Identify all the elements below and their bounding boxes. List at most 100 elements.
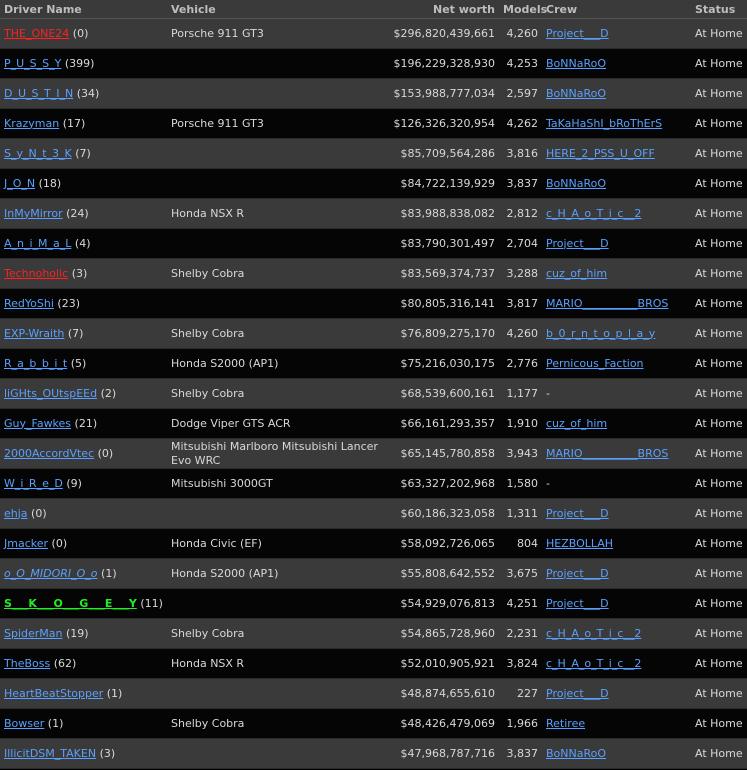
- net-worth-cell: $196,229,328,930: [385, 48, 499, 79]
- crew-link[interactable]: MARIO__________BROS: [546, 447, 668, 460]
- header-vehicle[interactable]: Vehicle: [167, 0, 385, 19]
- net-worth-cell: $65,145,780,858: [385, 438, 499, 469]
- table-row: liGHts_OUtspEEd (2) Shelby Cobra $68,539,6…: [0, 378, 747, 409]
- driver-name-link[interactable]: TheBoss: [4, 657, 50, 670]
- table-row: Krazyman (17) Porsche 911 GT3 $126,326,320…: [0, 108, 747, 139]
- net-worth-cell: $76,809,275,170: [385, 318, 499, 349]
- net-worth-cell: $63,327,202,968: [385, 468, 499, 499]
- table-row: 2000AccordVtec (0) Mitsubishi Marlboro Mi…: [0, 438, 747, 469]
- status-cell: At Home: [691, 738, 747, 769]
- driver-cell: Guy_Fawkes (21): [0, 408, 167, 439]
- vehicle-cell: [167, 138, 385, 169]
- table-row: S_y_N_t_3_K (7) $85,709,564,286 3,816 HERE_…: [0, 138, 747, 169]
- models-cell: 2,231: [499, 618, 542, 649]
- header-models[interactable]: Models: [499, 0, 547, 19]
- driver-count: (3): [71, 266, 88, 280]
- crew-cell: Project___D: [542, 558, 691, 589]
- driver-cell: S_y_N_t_3_K (7): [0, 138, 167, 169]
- driver-name-link[interactable]: Guy_Fawkes: [4, 417, 71, 430]
- net-worth-cell: $48,426,479,069: [385, 708, 499, 739]
- driver-name-link[interactable]: IllicitDSM_TAKEN: [4, 747, 96, 760]
- driver-name-link[interactable]: InMyMirror: [4, 207, 63, 220]
- crew-link[interactable]: c_H_A_o_T_i_c__2: [546, 207, 641, 220]
- header-net-worth[interactable]: Net worth: [385, 0, 499, 19]
- vehicle-cell: Porsche 911 GT3: [167, 18, 385, 49]
- crew-cell: BoNNaRoO: [542, 48, 691, 79]
- crew-cell: c_H_A_o_T_i_c__2: [542, 648, 691, 679]
- driver-name-link[interactable]: A_n_i_M_a_L: [4, 237, 71, 250]
- net-worth-cell: $80,805,316,141: [385, 288, 499, 319]
- driver-cell: P_U_S_S_Y (399): [0, 48, 167, 79]
- models-cell: 4,260: [499, 18, 542, 49]
- table-body: THE_ONE24 (0) Porsche 911 GT3 $296,820,439…: [0, 18, 747, 769]
- crew-link[interactable]: Project___D: [546, 567, 609, 580]
- header-status[interactable]: Status: [691, 0, 747, 19]
- crew-link[interactable]: BoNNaRoO: [546, 87, 606, 100]
- crew-cell: c_H_A_o_T_i_c__2: [542, 198, 691, 229]
- driver-cell: 2000AccordVtec (0): [0, 438, 167, 469]
- status-cell: At Home: [691, 498, 747, 529]
- driver-name-link[interactable]: Bowser: [4, 717, 44, 730]
- driver-name-link[interactable]: THE_ONE24: [4, 27, 69, 40]
- driver-name-link[interactable]: Krazyman: [4, 117, 59, 130]
- status-cell: At Home: [691, 318, 747, 349]
- driver-name-link[interactable]: J_O_N: [4, 177, 35, 190]
- crew-link[interactable]: Retiree: [546, 717, 585, 730]
- table-row: TheBoss (62) Honda NSX R $52,010,905,921 3,…: [0, 648, 747, 679]
- vehicle-cell: [167, 288, 385, 319]
- crew-link[interactable]: cuz_of_him: [546, 267, 607, 280]
- driver-name-link[interactable]: Jmacker: [4, 537, 48, 550]
- crew-link[interactable]: c_H_A_o_T_i_c__2: [546, 627, 641, 640]
- driver-name-link[interactable]: SpiderMan: [4, 627, 63, 640]
- driver-name-link[interactable]: HeartBeatStopper: [4, 687, 103, 700]
- driver-name-link[interactable]: W_i_R_e_D: [4, 477, 63, 490]
- crew-link[interactable]: Project___D: [546, 597, 609, 610]
- crew-link[interactable]: c_H_A_o_T_i_c__2: [546, 657, 641, 670]
- crew-link[interactable]: Project___D: [546, 507, 609, 520]
- driver-name-link[interactable]: o_O_MIDORI_O_o: [4, 567, 98, 580]
- crew-link[interactable]: TaKaHaShI_bRoThErS: [546, 117, 662, 130]
- crew-link[interactable]: HERE_2_PSS_U_OFF: [546, 147, 655, 160]
- crew-cell: cuz_of_him: [542, 408, 691, 439]
- header-crew[interactable]: Crew: [542, 0, 691, 19]
- driver-name-link[interactable]: 2000AccordVtec: [4, 447, 94, 460]
- table-row: InMyMirror (24) Honda NSX R $83,988,838,08…: [0, 198, 747, 229]
- models-cell: 1,580: [499, 468, 542, 499]
- status-cell: At Home: [691, 648, 747, 679]
- crew-link[interactable]: HEZBOLLAH: [546, 537, 613, 550]
- header-driver-name[interactable]: Driver Name: [0, 0, 167, 19]
- driver-name-link[interactable]: P_U_S_S_Y: [4, 57, 61, 70]
- driver-name-link[interactable]: ehja: [4, 507, 28, 520]
- driver-name-link[interactable]: EXP-Wraith: [4, 327, 64, 340]
- driver-name-link[interactable]: S_y_N_t_3_K: [4, 147, 72, 160]
- driver-name-link[interactable]: liGHts_OUtspEEd: [4, 387, 97, 400]
- crew-link[interactable]: b_0_r_n_t_o_p_l_a_y: [546, 327, 655, 340]
- crew-link[interactable]: BoNNaRoO: [546, 57, 606, 70]
- crew-link[interactable]: Project___D: [546, 687, 609, 700]
- crew-link[interactable]: BoNNaRoO: [546, 177, 606, 190]
- driver-name-link[interactable]: R_a_b_b_i_t: [4, 357, 67, 370]
- driver-count: (9): [66, 476, 82, 490]
- driver-name-link[interactable]: S___K___O___G___E___Y: [4, 597, 137, 610]
- table-row: S___K___O___G___E___Y (11) $54,929,076,81…: [0, 588, 747, 619]
- crew-cell: MARIO__________BROS: [542, 288, 691, 319]
- crew-none: -: [546, 386, 550, 400]
- crew-link[interactable]: cuz_of_him: [546, 417, 607, 430]
- table-row: Bowser (1) Shelby Cobra $48,426,479,069 1,9…: [0, 708, 747, 739]
- vehicle-cell: [167, 588, 385, 619]
- table-row: SpiderMan (19) Shelby Cobra $54,865,728,96…: [0, 618, 747, 649]
- crew-link[interactable]: Project___D: [546, 237, 609, 250]
- status-cell: At Home: [691, 528, 747, 559]
- crew-link[interactable]: MARIO__________BROS: [546, 297, 668, 310]
- status-cell: At Home: [691, 18, 747, 49]
- driver-count: (62): [53, 656, 77, 670]
- driver-name-link[interactable]: Technoholic: [4, 267, 68, 280]
- driver-name-link[interactable]: RedYoShi: [4, 297, 54, 310]
- table-row: D_U_S_T_I_N (34) $153,988,777,034 2,597 BoN…: [0, 78, 747, 109]
- driver-name-link[interactable]: D_U_S_T_I_N: [4, 87, 73, 100]
- crew-link[interactable]: Project___D: [546, 27, 609, 40]
- driver-cell: A_n_i_M_a_L (4): [0, 228, 167, 259]
- crew-link[interactable]: Pernicous_Faction: [546, 357, 644, 370]
- status-cell: At Home: [691, 258, 747, 289]
- crew-link[interactable]: BoNNaRoO: [546, 747, 606, 760]
